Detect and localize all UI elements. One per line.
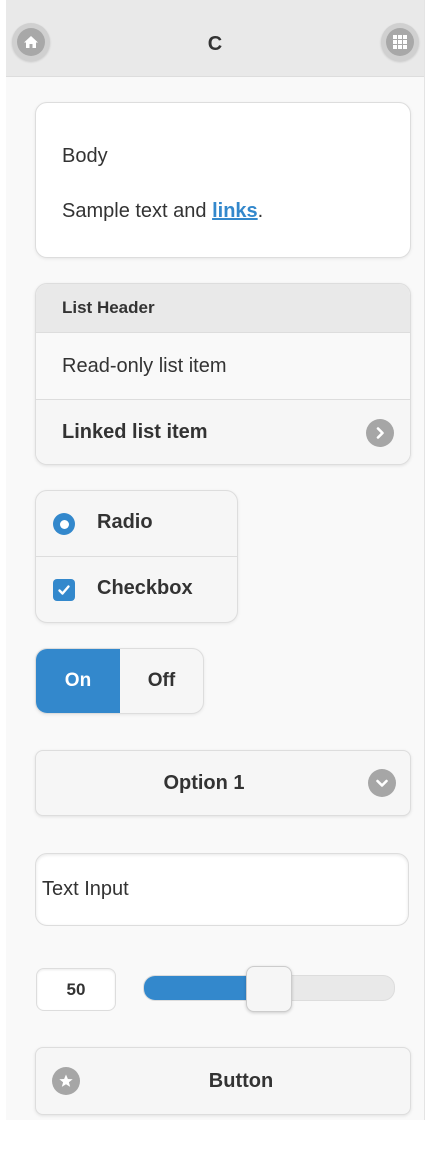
checkbox-option[interactable]: Checkbox: [36, 556, 237, 622]
page-title: C: [207, 33, 223, 55]
controlgroup: Radio Checkbox: [35, 490, 238, 623]
chevron-right-icon: [366, 419, 394, 447]
readonly-list-item: Read-only list item: [36, 333, 410, 400]
radio-option[interactable]: Radio: [36, 491, 237, 556]
grid-icon: [386, 28, 414, 56]
icon-button[interactable]: Button: [35, 1047, 411, 1115]
checkbox-label: Checkbox: [97, 577, 193, 599]
sample-text-prefix: Sample text and: [62, 200, 213, 222]
chevron-down-icon: [368, 769, 396, 797]
grid-button[interactable]: [381, 23, 419, 61]
linked-list-item[interactable]: Linked list item: [36, 400, 410, 464]
header-bar: C: [6, 0, 424, 77]
sample-link[interactable]: links: [212, 200, 258, 222]
radio-button[interactable]: [53, 513, 75, 535]
body-card: Body Sample text and links.: [35, 102, 411, 258]
select-menu[interactable]: Option 1: [35, 750, 411, 816]
listview: List Header Read-only list item Linked l…: [35, 283, 411, 465]
sample-text-suffix: .: [257, 200, 264, 222]
radio-dot: [59, 519, 69, 529]
flip-switch-on[interactable]: On: [36, 649, 120, 713]
slider-value-input[interactable]: 50: [36, 968, 116, 1011]
list-header: List Header: [36, 284, 410, 333]
select-value: Option 1: [163, 772, 245, 794]
linked-list-item-label: Linked list item: [62, 421, 208, 443]
sample-text: Sample text and links.: [62, 200, 263, 223]
body-heading: Body: [62, 145, 108, 167]
text-input[interactable]: [35, 853, 409, 926]
page: C Body Sample text and links. List Heade…: [6, 0, 425, 1120]
flip-switch-off[interactable]: Off: [120, 649, 203, 713]
flip-switch[interactable]: On Off: [35, 648, 204, 714]
button-label: Button: [208, 1070, 274, 1092]
checkbox[interactable]: [53, 579, 75, 601]
checkmark-icon: [58, 585, 70, 595]
slider-handle[interactable]: [246, 966, 292, 1012]
radio-label: Radio: [97, 511, 153, 533]
